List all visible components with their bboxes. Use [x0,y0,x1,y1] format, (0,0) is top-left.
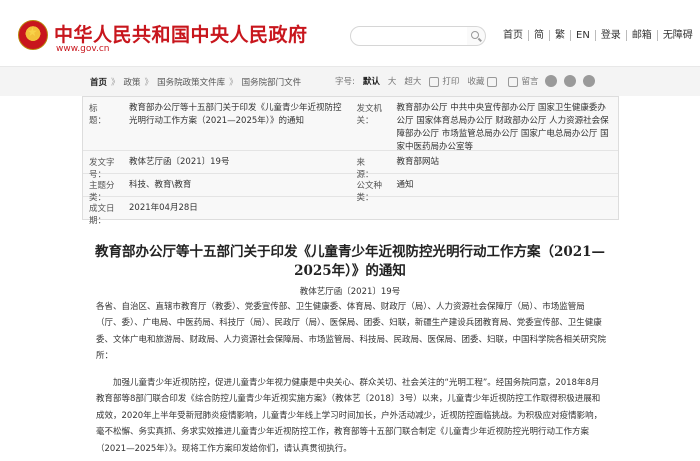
meta-type-value: 通知 [396,180,414,190]
font-xlarge-button[interactable]: 超大 [404,75,421,87]
national-emblem-icon[interactable]: ★ [18,20,48,50]
meta-source-label: 来 源： [356,158,383,180]
meta-subject-value: 科技、教育\教育 [129,180,192,190]
article-toolbar: 字号: 默认 大 超大 打印 收藏 留言 [335,75,596,87]
breadcrumb-dept-documents[interactable]: 国务院部门文件 [242,78,302,88]
font-large-button[interactable]: 大 [388,75,397,87]
breadcrumb-policy-library[interactable]: 国务院政策文件库 [157,78,225,88]
meta-title-label: 标 题： [89,104,115,126]
print-button[interactable]: 打印 [429,75,459,87]
site-url: www.gov.cn [56,44,110,54]
document-paragraph-1: 加强儿童青少年近视防控，促进儿童青少年视力健康是中央关心、群众关切、社会关注的“… [96,378,603,454]
breadcrumb: 首页》政策》国务院政策文件库》国务院部门文件 [90,78,302,88]
message-icon [508,76,519,87]
nav-home[interactable]: 首页 [498,30,529,41]
font-size-label: 字号: [335,77,355,87]
document-addressee: 各省、自治区、直辖市教育厅（教委）、党委宣传部、卫生健康委、体育局、财政厅（局）… [96,302,607,362]
document-number: 教体艺厅函〔2021〕19号 [299,287,401,297]
document-metadata-table: 标 题： 教育部办公厅等十五部门关于印发《儿童青少年近视防控光明行动工作方案（2… [82,96,619,226]
meta-title-value: 教育部办公厅等十五部门关于印发《儿童青少年近视防控光明行动工作方案（2021—2… [129,103,342,126]
breadcrumb-policy[interactable]: 政策 [124,78,141,88]
nav-simplified[interactable]: 简 [529,30,550,41]
message-button[interactable]: 留言 [508,75,538,87]
site-header: ★ 中华人民共和国中央人民政府 www.gov.cn 首页 简 繁 EN 登录 … [0,0,700,62]
meta-docno-value: 教体艺厅函〔2021〕19号 [129,157,230,167]
top-nav: 首页 简 繁 EN 登录 邮箱 无障碍 [498,30,698,41]
favorite-button[interactable]: 收藏 [467,75,500,87]
meta-subject-label: 主题分类： [89,181,115,203]
meta-type-label: 公文种类： [356,181,383,203]
meta-docno-label: 发文字号： [89,158,115,180]
meta-source-value: 教育部网站 [396,157,440,167]
meta-date-label: 成文日期： [89,204,115,226]
wechat-share-icon[interactable] [564,75,577,87]
meta-date-value: 2021年04月28日 [129,203,198,213]
qzone-share-icon[interactable] [583,75,596,87]
breadcrumb-bar: 首页》政策》国务院政策文件库》国务院部门文件 字号: 默认 大 超大 打印 收藏… [0,66,700,96]
nav-login[interactable]: 登录 [596,30,627,41]
document-title: 教育部办公厅等十五部门关于印发《儿童青少年近视防控光明行动工作方案（2021—2… [94,244,606,279]
nav-mail[interactable]: 邮箱 [627,30,658,41]
search-input[interactable] [350,26,468,46]
meta-issuer-value: 教育部办公厅 中共中央宣传部办公厅 国家卫生健康委办公厅 国家体育总局办公厅 财… [396,103,609,152]
site-title[interactable]: 中华人民共和国中央人民政府 [54,20,308,47]
print-icon [429,76,440,87]
nav-traditional[interactable]: 繁 [550,30,571,41]
meta-issuer-label: 发文机关： [356,104,383,126]
nav-english[interactable]: EN [571,30,596,41]
nav-accessibility[interactable]: 无障碍 [658,30,698,41]
breadcrumb-home[interactable]: 首页 [90,78,107,88]
search-button[interactable] [467,26,486,46]
font-default-button[interactable]: 默认 [363,75,380,87]
favorite-icon [487,76,498,87]
weibo-share-icon[interactable] [545,75,558,87]
